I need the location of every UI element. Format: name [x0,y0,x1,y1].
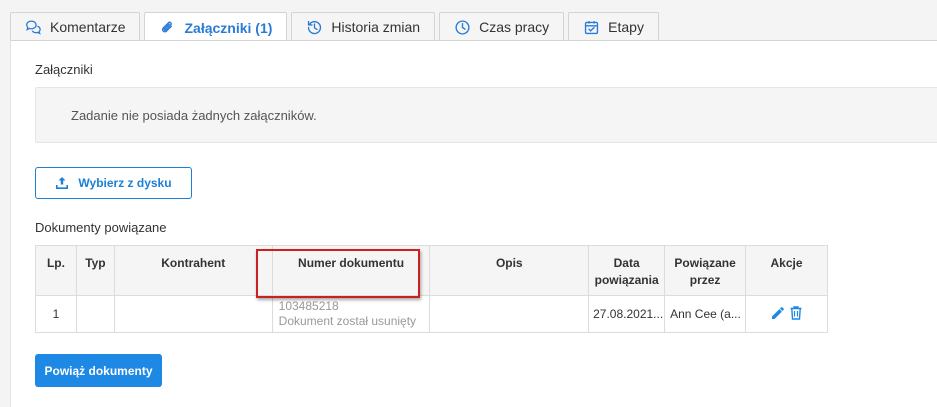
tab-label: Czas pracy [479,19,550,35]
table-row: 1 103485218 Dokument został usunięty 27.… [35,295,828,333]
empty-attachments-message: Zadanie nie posiada żadnych załączników. [71,108,317,123]
related-documents-heading: Dokumenty powiązane [35,220,167,235]
document-deleted-note: Dokument został usunięty [278,314,417,328]
cell-type [75,295,115,333]
comments-icon [26,19,41,35]
cell-link-date: 27.08.2021... [588,295,666,333]
column-header-description: Opis [429,245,590,296]
cell-document-number: 103485218 Dokument został usunięty [271,295,431,333]
row-actions [770,305,804,321]
column-header-type: Typ [75,245,115,296]
paperclip-icon [162,21,173,33]
column-header-linked-by: Powiązane przez [664,245,747,296]
column-header-document-number: Numer dokumentu [271,245,431,296]
column-header-lp: Lp. [35,245,77,296]
cell-description [429,295,590,333]
cell-contractor [113,295,273,333]
attachments-heading: Załączniki [35,62,93,77]
tab-history[interactable]: Historia zmian [291,12,436,41]
calendar-check-icon [585,20,599,34]
trash-icon[interactable] [788,305,804,321]
tab-stages[interactable]: Etapy [568,12,659,41]
cell-linked-by: Ann Cee (a... [664,295,747,333]
tab-bar: Komentarze Załączniki (1) Historia zmian… [10,12,659,42]
link-documents-button[interactable]: Powiąż dokumenty [35,354,162,387]
upload-icon [56,177,69,189]
column-header-contractor: Kontrahent [113,245,273,296]
tab-attachments[interactable]: Załączniki (1) [144,12,288,42]
tab-label: Etapy [608,19,644,35]
empty-attachments-box: Zadanie nie posiada żadnych załączników. [35,87,937,143]
attachments-panel: Załączniki Zadanie nie posiada żadnych z… [10,40,937,407]
column-header-link-date: Data powiązania [588,245,666,296]
tab-label: Załączniki (1) [184,19,273,36]
cell-actions [745,295,828,333]
related-documents-table: Lp. Typ Kontrahent Numer dokumentu Opis … [35,245,828,333]
tab-work-time[interactable]: Czas pracy [439,12,565,41]
upload-button-label: Wybierz z dysku [78,176,172,190]
upload-from-disk-button[interactable]: Wybierz z dysku [35,167,192,199]
table-header-row: Lp. Typ Kontrahent Numer dokumentu Opis … [35,245,828,296]
tab-comments[interactable]: Komentarze [10,12,141,41]
clock-icon [455,19,470,35]
edit-pencil-icon[interactable] [770,305,786,321]
tab-label: Komentarze [50,19,126,35]
cell-lp: 1 [35,295,77,333]
document-number: 103485218 [278,299,339,313]
column-header-actions: Akcje [745,245,828,296]
tab-label: Historia zmian [331,19,421,35]
history-icon [308,20,322,34]
